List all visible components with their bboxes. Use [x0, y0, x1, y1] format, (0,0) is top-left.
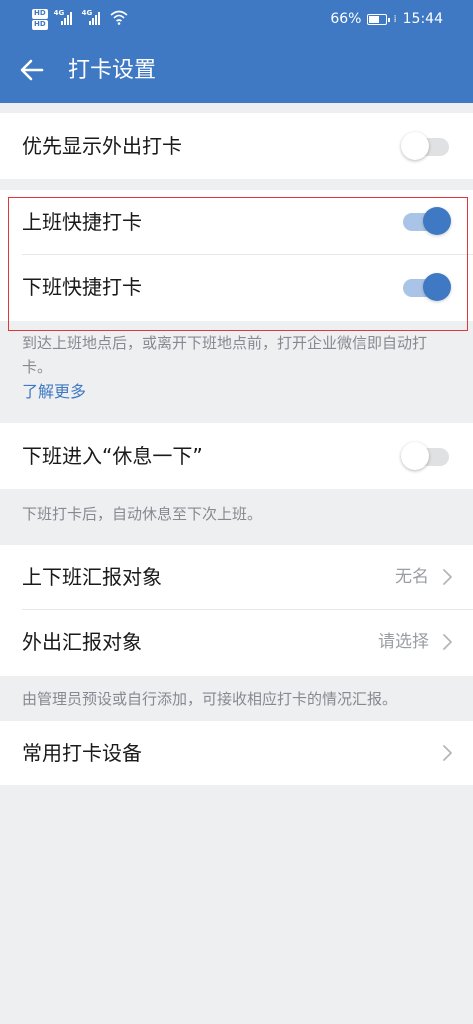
outing-priority-card: 优先显示外出打卡: [0, 113, 473, 179]
quick-clock-in-toggle[interactable]: [401, 206, 451, 236]
chevron-right-icon: [443, 745, 452, 761]
outing-priority-label: 优先显示外出打卡: [22, 134, 182, 158]
status-left: HD HD 4G 4G: [32, 9, 128, 30]
rest-mode-label: 下班进入“休息一下”: [22, 444, 203, 468]
wifi-icon: [110, 10, 128, 25]
signal-icon: 4G: [54, 9, 76, 25]
quick-clock-out-row[interactable]: 下班快捷打卡: [0, 255, 473, 321]
rest-mode-row[interactable]: 下班进入“休息一下”: [0, 423, 473, 489]
signal-icon: 4G: [82, 9, 104, 25]
quick-clock-card: 上班快捷打卡 下班快捷打卡: [0, 190, 473, 321]
report-card: 上下班汇报对象 无名 外出汇报对象 请选择: [0, 545, 473, 676]
report-outing-label: 外出汇报对象: [22, 630, 142, 654]
hd-badge: HD: [32, 20, 48, 30]
report-outing-value: 请选择: [378, 632, 429, 652]
quick-clock-in-row[interactable]: 上班快捷打卡: [0, 190, 473, 254]
battery-percent: 66%: [330, 11, 362, 27]
outing-priority-row[interactable]: 优先显示外出打卡: [0, 113, 473, 179]
title-bar: 打卡设置: [0, 40, 473, 103]
outing-priority-toggle[interactable]: [401, 131, 451, 161]
app-header: HD HD 4G 4G 66% ⁞ 15:44 打卡设置: [0, 0, 473, 103]
hd-badges: HD HD: [32, 9, 48, 30]
page-title: 打卡设置: [68, 58, 157, 83]
clock: 15:44: [402, 11, 443, 27]
devices-label: 常用打卡设备: [22, 741, 142, 765]
battery-icon: [367, 13, 391, 25]
status-right: 66% ⁞ 15:44: [330, 11, 443, 27]
quick-clock-out-label: 下班快捷打卡: [22, 275, 142, 299]
status-bar: HD HD 4G 4G 66% ⁞ 15:44: [0, 0, 473, 40]
charging-icon: ⁞: [393, 13, 397, 25]
report-work-row[interactable]: 上下班汇报对象 无名: [0, 545, 473, 609]
report-work-label: 上下班汇报对象: [22, 565, 162, 589]
quick-clock-in-label: 上班快捷打卡: [22, 210, 142, 234]
learn-more-link[interactable]: 了解更多: [22, 380, 86, 404]
rest-mode-card: 下班进入“休息一下”: [0, 423, 473, 489]
quick-clock-note: 到达上班地点后，或离开下班地点前，打开企业微信即自动打卡。: [22, 334, 428, 376]
hd-badge: HD: [32, 9, 48, 19]
report-work-value: 无名: [395, 567, 429, 587]
arrow-left-icon[interactable]: [18, 56, 46, 84]
report-note: 由管理员预设或自行添加，可接收相应打卡的情况汇报。: [22, 690, 398, 708]
devices-row[interactable]: 常用打卡设备: [0, 721, 473, 785]
quick-clock-out-toggle[interactable]: [401, 272, 451, 302]
rest-mode-note: 下班打卡后，自动休息至下次上班。: [22, 505, 263, 523]
report-outing-row[interactable]: 外出汇报对象 请选择: [0, 610, 473, 676]
devices-card: 常用打卡设备: [0, 721, 473, 785]
rest-mode-toggle[interactable]: [401, 441, 451, 471]
chevron-right-icon: [443, 634, 452, 650]
chevron-right-icon: [443, 569, 452, 585]
